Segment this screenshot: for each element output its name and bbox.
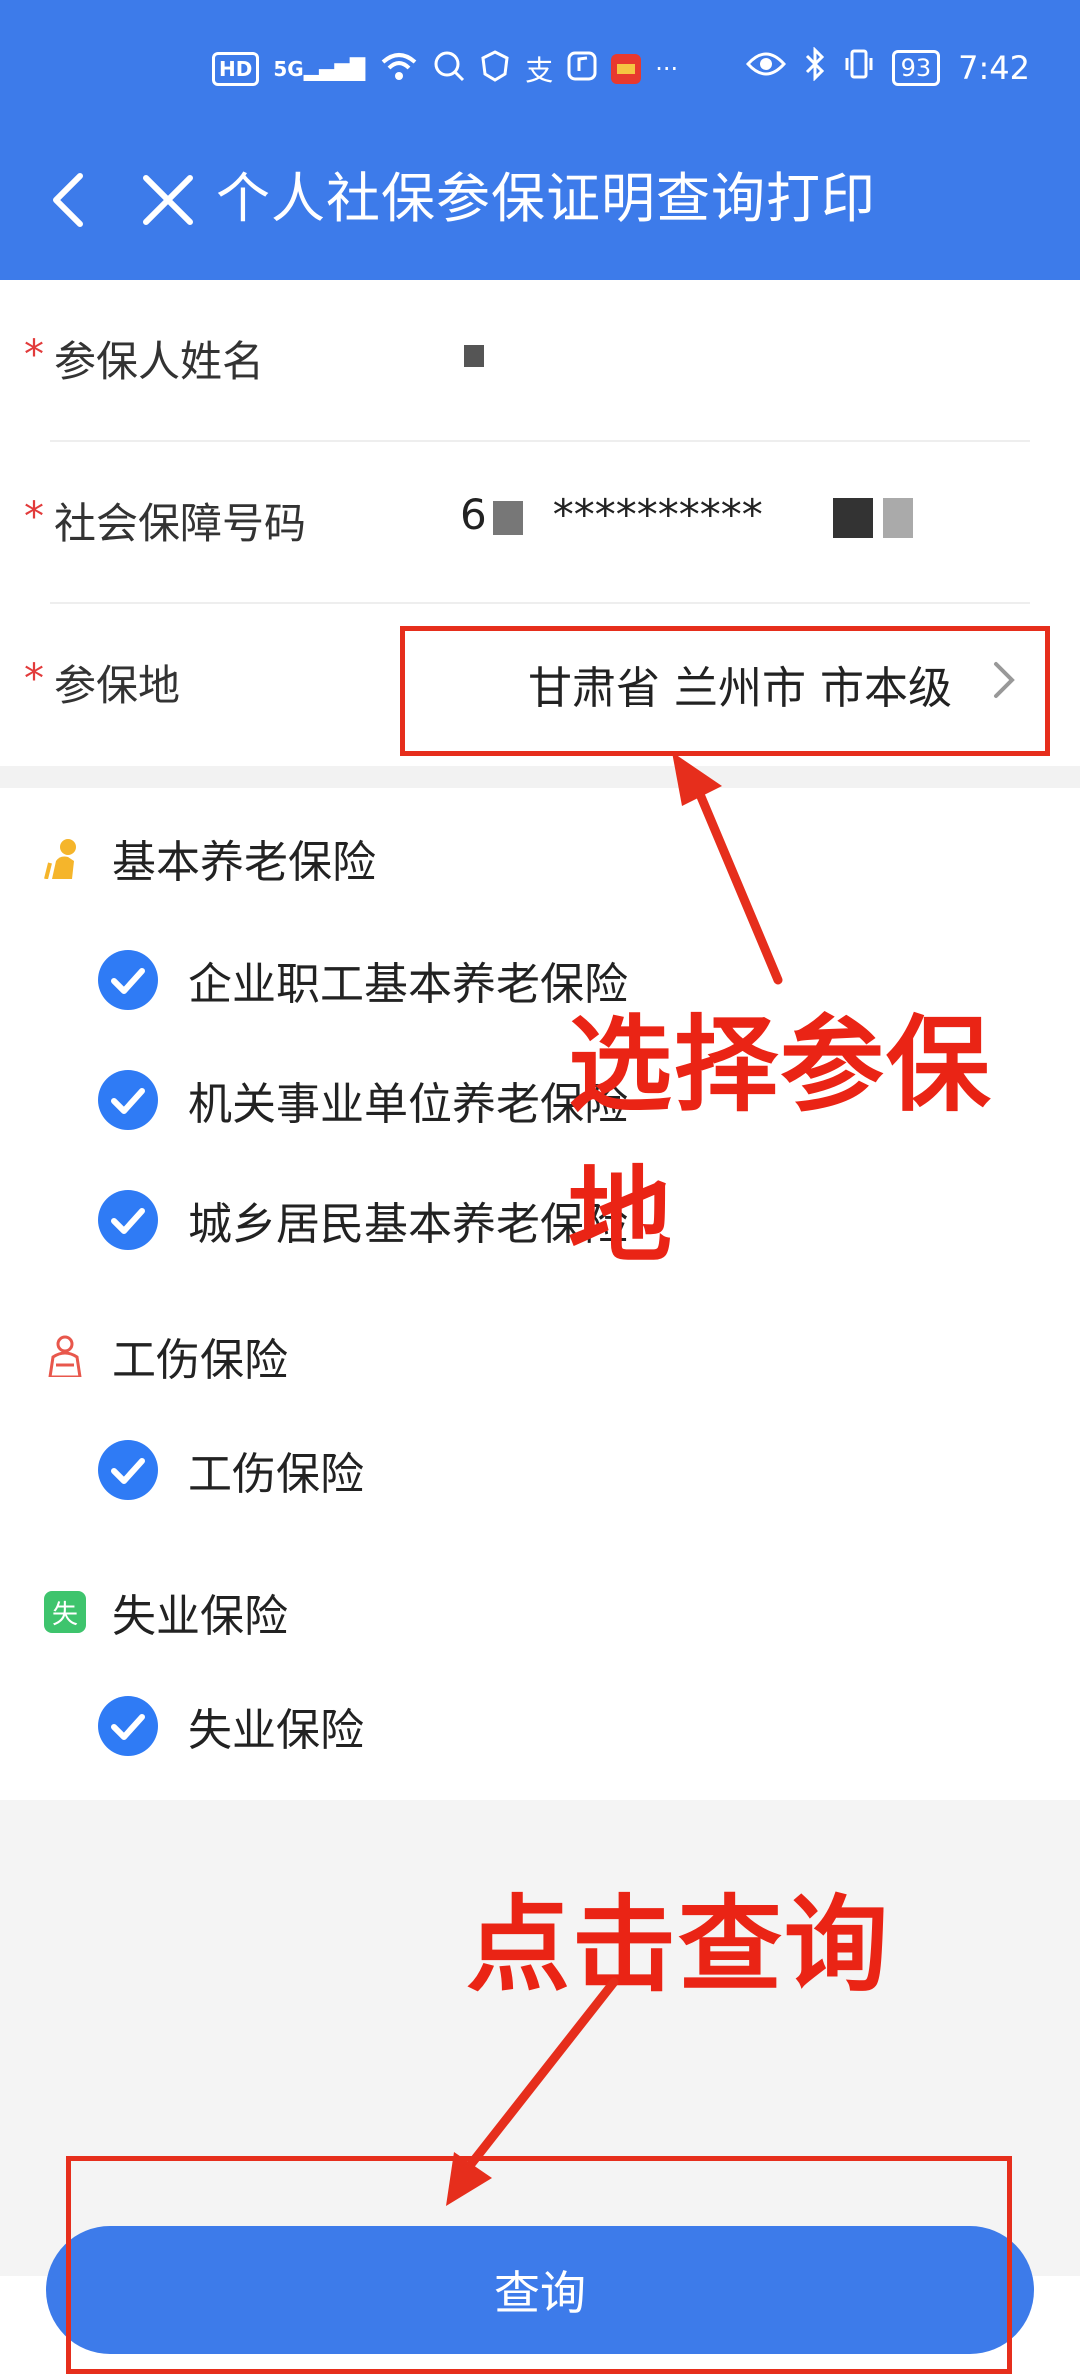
- network-label: 5G: [273, 57, 304, 81]
- pension-item-label: 城乡居民基本养老保险: [188, 1199, 628, 1250]
- elderly-person-icon: [44, 839, 76, 879]
- bluetooth-icon: [804, 46, 826, 89]
- pension-category: 基本养老保险: [44, 828, 376, 888]
- back-arrow-icon[interactable]: [48, 170, 88, 230]
- injury-item-label: 工伤保险: [188, 1449, 364, 1500]
- required-mark: *: [24, 332, 44, 378]
- injured-person-icon: [48, 1335, 82, 1377]
- ssn-prefix: 6: [460, 490, 487, 539]
- injury-category-title: 工伤保险: [112, 1335, 288, 1386]
- status-bar-right: 93 7:42: [745, 44, 1030, 92]
- unemployment-item[interactable]: 失业保险: [98, 1694, 364, 1758]
- unemployment-icon-text: 失: [51, 1599, 78, 1630]
- app-notification-icon: [611, 54, 642, 84]
- app-header: HD 5G▂▄▆█ 支 ··· 93 7:42 个人社保参保证明查询打印: [0, 0, 1080, 280]
- battery-indicator: 93: [891, 50, 941, 86]
- section-gap: [0, 766, 1080, 788]
- injury-item[interactable]: 工伤保险: [98, 1438, 364, 1502]
- ssn-label: 社会保障号码: [54, 499, 307, 548]
- annotation-select-region: 选择参保地: [568, 1004, 993, 1277]
- music-icon: [567, 51, 597, 87]
- unemployment-category: 失 失业保险: [44, 1582, 288, 1642]
- ssn-masked: **********: [552, 490, 763, 539]
- checked-circle-icon[interactable]: [98, 1696, 158, 1756]
- more-notifications-icon: ···: [655, 55, 679, 83]
- close-icon[interactable]: [140, 170, 196, 230]
- clock: 7:42: [958, 49, 1030, 87]
- vibrate-icon: [844, 48, 874, 88]
- wifi-icon: [379, 50, 419, 88]
- status-bar-left: HD 5G▂▄▆█ 支 ···: [212, 48, 678, 90]
- chat-bubble-icon: [433, 50, 465, 88]
- unemployment-category-title: 失业保险: [112, 1591, 288, 1642]
- unemployment-icon: 失: [44, 1591, 86, 1633]
- ssn-row: * 社会保障号码 6 **********: [0, 442, 1080, 604]
- required-mark: *: [24, 656, 44, 702]
- insurance-types: 基本养老保险 企业职工基本养老保险 机关事业单位养老保险 城乡居民基本养老保险 …: [0, 788, 1080, 1800]
- checked-circle-icon[interactable]: [98, 950, 158, 1010]
- pension-item-institution[interactable]: 机关事业单位养老保险: [98, 1068, 628, 1132]
- pension-item-enterprise[interactable]: 企业职工基本养老保险: [98, 948, 628, 1012]
- pension-item-label: 企业职工基本养老保险: [188, 959, 628, 1010]
- query-highlight-box: [66, 2156, 1012, 2374]
- status-bar: HD 5G▂▄▆█ 支 ··· 93 7:42: [0, 0, 1080, 140]
- name-value-masked: [460, 328, 484, 377]
- page-title: 个人社保参保证明查询打印: [216, 167, 876, 230]
- required-mark: *: [24, 494, 44, 540]
- network-indicator: 5G▂▄▆█: [273, 57, 366, 81]
- annotation-click-query: 点击查询: [466, 1884, 891, 2006]
- region-highlight-box: [400, 626, 1050, 756]
- checked-circle-icon[interactable]: [98, 1440, 158, 1500]
- eye-icon: [745, 50, 786, 86]
- checked-circle-icon[interactable]: [98, 1070, 158, 1130]
- ssn-value: 6 **********: [460, 490, 913, 539]
- checked-circle-icon[interactable]: [98, 1190, 158, 1250]
- name-row: * 参保人姓名: [0, 280, 1080, 442]
- pension-category-title: 基本养老保险: [112, 837, 376, 888]
- pension-item-resident[interactable]: 城乡居民基本养老保险: [98, 1188, 628, 1252]
- injury-category: 工伤保险: [44, 1326, 288, 1386]
- pension-item-label: 机关事业单位养老保险: [188, 1079, 628, 1130]
- name-label: 参保人姓名: [54, 337, 265, 386]
- hd-badge: HD: [212, 52, 260, 86]
- unemployment-item-label: 失业保险: [188, 1705, 364, 1756]
- app-shield-icon: [479, 50, 511, 88]
- alipay-icon: 支: [525, 54, 554, 87]
- region-label: 参保地: [54, 661, 181, 710]
